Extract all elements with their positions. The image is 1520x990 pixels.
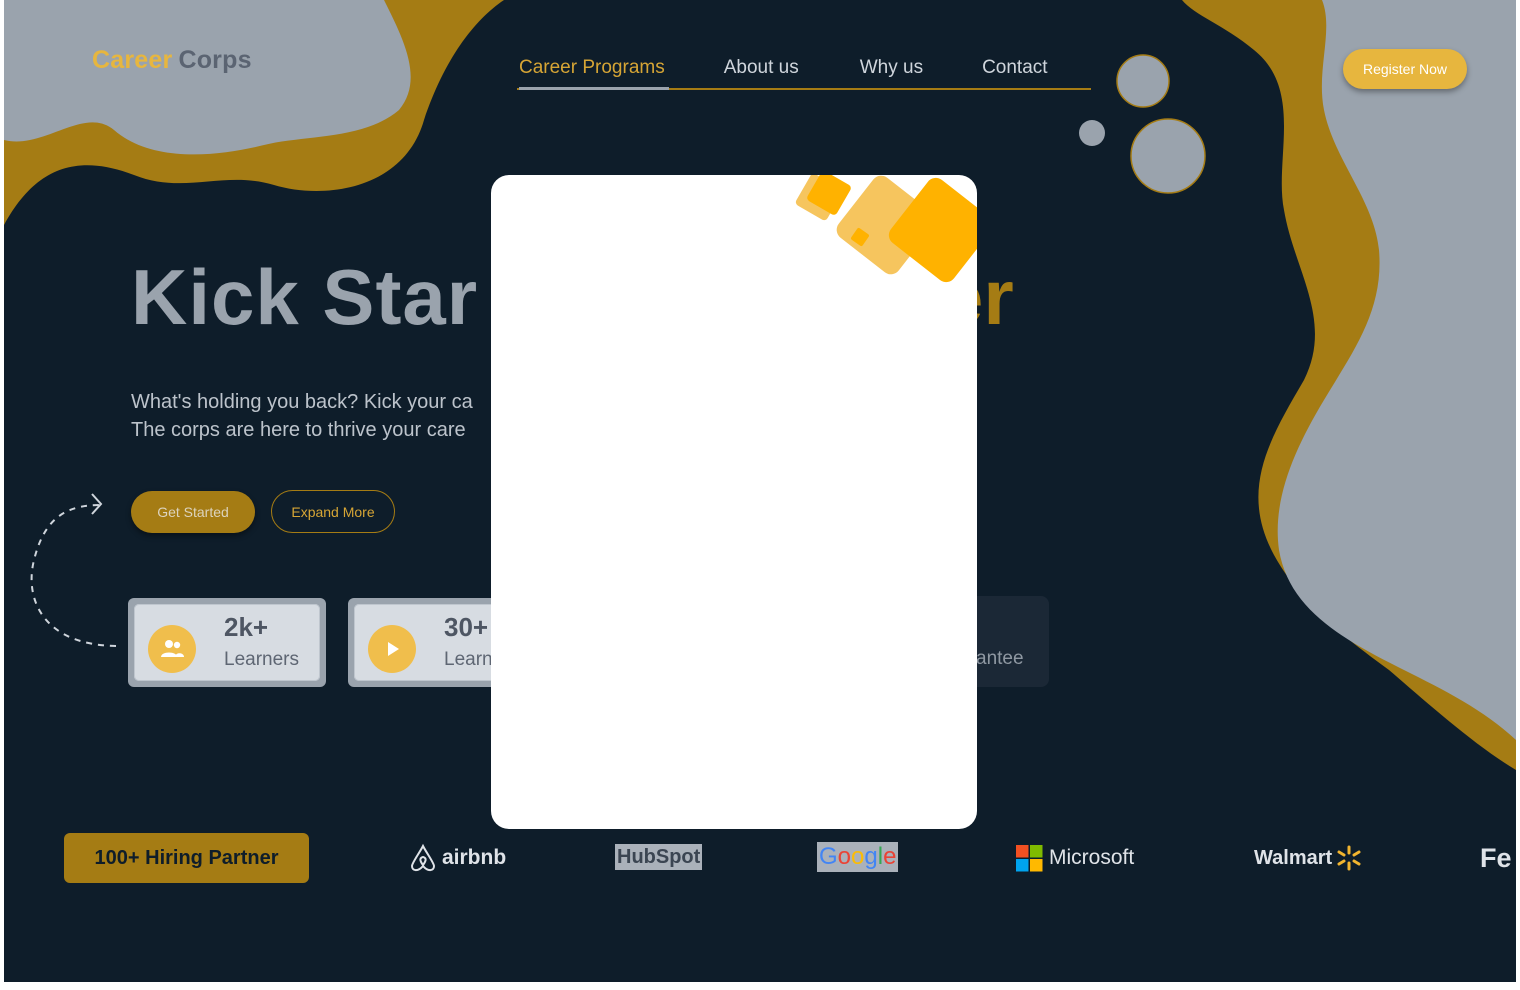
stat-value: 30+ [444,612,489,642]
hiring-partner-badge: 100+ Hiring Partner [64,833,309,883]
partner-google-logo: Google [817,842,899,872]
stat-card-learners: 2k+ Learners [128,598,326,687]
partner-hubspot-logo: HubSpot [615,844,703,870]
nav-item-about-us[interactable]: About us [724,52,799,88]
brand-first-word: Career [92,46,173,74]
partner-name: Walmart [1254,846,1333,869]
hero-title: Kick Star [131,253,479,341]
brand-second-word: Corps [178,46,252,74]
nav-item-contact[interactable]: Contact [982,52,1047,88]
partner-airbnb-logo: airbnb [409,838,506,878]
nav-item-why-us[interactable]: Why us [860,52,923,88]
hero-subtitle-line-1: What's holding you back? Kick your ca [131,391,473,413]
register-now-button[interactable]: Register Now [1343,49,1467,89]
partner-name: airbnb [442,846,507,869]
brand-logo[interactable]: Career Corps [92,46,252,75]
hero-subtitle: What's holding you back? Kick your ca Th… [131,388,473,444]
microsoft-icon [1016,844,1043,871]
partner-walmart-logo: Walmart [1254,838,1362,878]
landing-page: Career Corps Career Programs About us Why… [4,0,1516,982]
play-icon [368,625,416,673]
hero-subtitle-line-2: The corps are here to thrive your care [131,419,466,441]
users-icon [148,625,196,673]
main-nav: Career Programs About us Why us Contact [517,52,1091,90]
stat-value: 2k+ [224,612,269,642]
stat-label: Learners [224,649,299,670]
partner-name: Microsoft [1049,846,1135,869]
decorative-cubes [795,175,977,283]
walmart-spark-icon [1337,845,1361,871]
nav-item-career-programs[interactable]: Career Programs [519,52,669,90]
expand-more-button[interactable]: Expand More [271,490,395,533]
partner-microsoft-logo: Microsoft [1016,838,1134,878]
get-started-button[interactable]: Get Started [131,491,255,533]
airbnb-icon [410,843,436,872]
partner-fedex-logo: Fe [1480,842,1512,873]
modal-card[interactable] [491,175,977,829]
stat-label: antee [976,648,1024,669]
